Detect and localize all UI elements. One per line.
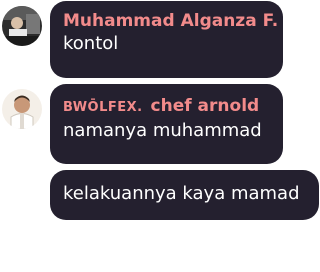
avatar-muhammad[interactable] — [2, 6, 42, 46]
sender-name[interactable]: Muhammad Alganza F. — [63, 10, 278, 32]
message-text: kelakuannya kaya mamad — [63, 183, 300, 204]
avatar-chef-arnold[interactable] — [2, 89, 42, 129]
avatar-image — [2, 89, 42, 129]
message-bubble[interactable]: kelakuannya kaya mamad — [50, 170, 319, 220]
clan-tag: BWŌLFEX. — [63, 100, 143, 115]
sender-name-text: chef arnold — [150, 96, 260, 116]
message-bubble[interactable]: Muhammad Alganza F. kontol — [50, 1, 283, 78]
message-text: namanya muhammad — [63, 120, 262, 141]
avatar-image — [2, 6, 42, 46]
sender-name[interactable]: BWŌLFEX. chef arnold — [63, 95, 270, 119]
message-text: kontol — [63, 33, 119, 54]
message-bubble[interactable]: BWŌLFEX. chef arnold namanya muhammad — [50, 84, 283, 164]
